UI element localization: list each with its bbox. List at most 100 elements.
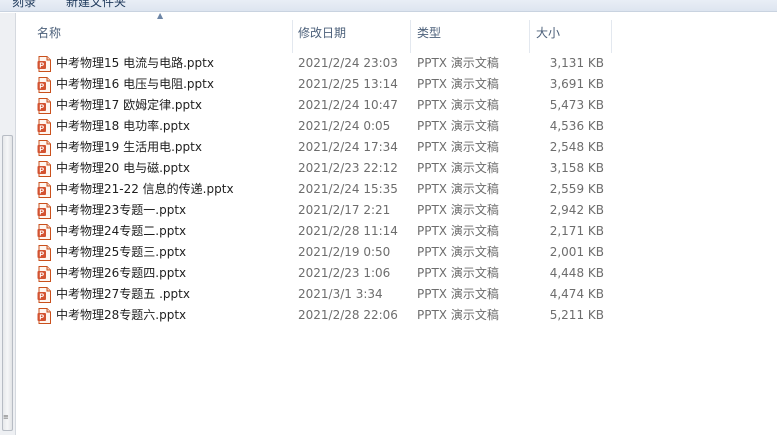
svg-text:P: P <box>39 272 44 279</box>
file-name: 中考物理24专题二.pptx <box>56 224 187 238</box>
file-size: 4,474 KB <box>549 287 604 301</box>
file-size: 2,171 KB <box>549 224 604 238</box>
file-date: 2021/2/17 2:21 <box>298 203 391 217</box>
powerpoint-file-icon: P <box>37 76 51 93</box>
file-type: PPTX 演示文稿 <box>417 77 499 91</box>
file-size: 3,158 KB <box>549 161 604 175</box>
file-name-cell[interactable]: P 中考物理21-22 信息的传递.pptx <box>37 179 292 200</box>
file-type: PPTX 演示文稿 <box>417 182 499 196</box>
file-size: 5,211 KB <box>549 308 604 322</box>
file-name-cell[interactable]: P 中考物理16 电压与电阻.pptx <box>37 74 292 95</box>
column-header-type[interactable]: 类型 <box>413 20 530 53</box>
column-header-size[interactable]: 大小 <box>532 20 612 53</box>
file-date: 2021/2/24 0:05 <box>298 119 391 133</box>
file-row[interactable]: P 中考物理17 欧姆定律.pptx 2021/2/24 10:47 PPTX … <box>17 95 777 116</box>
powerpoint-file-icon: P <box>37 55 51 72</box>
svg-text:P: P <box>39 125 44 132</box>
scrollbar-thumb[interactable] <box>2 135 13 431</box>
column-header-date[interactable]: 修改日期 <box>294 20 411 53</box>
file-size: 3,691 KB <box>549 77 604 91</box>
file-name: 中考物理19 生活用电.pptx <box>56 140 202 154</box>
file-date: 2021/2/28 22:06 <box>298 308 398 322</box>
file-row[interactable]: P 中考物理21-22 信息的传递.pptx 2021/2/24 15:35 P… <box>17 179 777 200</box>
file-name-cell[interactable]: P 中考物理26专题四.pptx <box>37 263 292 284</box>
powerpoint-file-icon: P <box>37 202 51 219</box>
file-date: 2021/2/24 10:47 <box>298 98 398 112</box>
file-name-cell[interactable]: P 中考物理17 欧姆定律.pptx <box>37 95 292 116</box>
file-size: 4,536 KB <box>549 119 604 133</box>
file-row[interactable]: P 中考物理26专题四.pptx 2021/2/23 1:06 PPTX 演示文… <box>17 263 777 284</box>
file-row[interactable]: P 中考物理16 电压与电阻.pptx 2021/2/25 13:14 PPTX… <box>17 74 777 95</box>
file-row[interactable]: P 中考物理15 电流与电路.pptx 2021/2/24 23:03 PPTX… <box>17 53 777 74</box>
file-row[interactable]: P 中考物理20 电与磁.pptx 2021/2/23 22:12 PPTX 演… <box>17 158 777 179</box>
file-name: 中考物理18 电功率.pptx <box>56 119 190 133</box>
file-row[interactable]: P 中考物理18 电功率.pptx 2021/2/24 0:05 PPTX 演示… <box>17 116 777 137</box>
column-header-name[interactable]: 名称 <box>33 20 293 53</box>
file-row[interactable]: P 中考物理27专题五 .pptx 2021/3/1 3:34 PPTX 演示文… <box>17 284 777 305</box>
file-size: 3,131 KB <box>549 56 604 70</box>
file-type: PPTX 演示文稿 <box>417 56 499 70</box>
svg-text:P: P <box>39 146 44 153</box>
file-name: 中考物理26专题四.pptx <box>56 266 187 280</box>
file-size: 2,559 KB <box>549 182 604 196</box>
svg-text:P: P <box>39 209 44 216</box>
file-name-cell[interactable]: P 中考物理18 电功率.pptx <box>37 116 292 137</box>
file-name: 中考物理16 电压与电阻.pptx <box>56 77 214 91</box>
file-name: 中考物理20 电与磁.pptx <box>56 161 190 175</box>
file-type: PPTX 演示文稿 <box>417 203 499 217</box>
file-type: PPTX 演示文稿 <box>417 98 499 112</box>
file-name-cell[interactable]: P 中考物理19 生活用电.pptx <box>37 137 292 158</box>
file-type: PPTX 演示文稿 <box>417 224 499 238</box>
file-size: 4,448 KB <box>549 266 604 280</box>
powerpoint-file-icon: P <box>37 286 51 303</box>
powerpoint-file-icon: P <box>37 181 51 198</box>
file-size: 2,548 KB <box>549 140 604 154</box>
burn-button[interactable]: 刻录 <box>12 0 36 10</box>
file-name-cell[interactable]: P 中考物理15 电流与电路.pptx <box>37 53 292 74</box>
file-name-cell[interactable]: P 中考物理28专题六.pptx <box>37 305 292 326</box>
file-name: 中考物理25专题三.pptx <box>56 245 187 259</box>
svg-text:P: P <box>39 104 44 111</box>
file-name-cell[interactable]: P 中考物理25专题三.pptx <box>37 242 292 263</box>
file-size: 5,473 KB <box>549 98 604 112</box>
file-row[interactable]: P 中考物理28专题六.pptx 2021/2/28 22:06 PPTX 演示… <box>17 305 777 326</box>
svg-text:P: P <box>39 293 44 300</box>
sort-ascending-icon: ▲ <box>157 11 164 20</box>
powerpoint-file-icon: P <box>37 139 51 156</box>
scrollbar-grip-icon: ≡ <box>3 413 9 421</box>
file-name-cell[interactable]: P 中考物理27专题五 .pptx <box>37 284 292 305</box>
file-name-cell[interactable]: P 中考物理20 电与磁.pptx <box>37 158 292 179</box>
file-type: PPTX 演示文稿 <box>417 245 499 259</box>
svg-text:P: P <box>39 167 44 174</box>
file-type: PPTX 演示文稿 <box>417 266 499 280</box>
powerpoint-file-icon: P <box>37 97 51 114</box>
powerpoint-file-icon: P <box>37 265 51 282</box>
file-row[interactable]: P 中考物理24专题二.pptx 2021/2/28 11:14 PPTX 演示… <box>17 221 777 242</box>
navigation-pane-scrollbar[interactable]: ≡ <box>0 13 16 435</box>
svg-text:P: P <box>39 188 44 195</box>
file-type: PPTX 演示文稿 <box>417 287 499 301</box>
file-name-cell[interactable]: P 中考物理23专题一.pptx <box>37 200 292 221</box>
svg-text:P: P <box>39 314 44 321</box>
svg-text:P: P <box>39 62 44 69</box>
file-date: 2021/2/23 22:12 <box>298 161 398 175</box>
new-folder-button[interactable]: 新建文件夹 <box>66 0 126 10</box>
powerpoint-file-icon: P <box>37 244 51 261</box>
file-date: 2021/3/1 3:34 <box>298 287 383 301</box>
powerpoint-file-icon: P <box>37 223 51 240</box>
powerpoint-file-icon: P <box>37 118 51 135</box>
file-name: 中考物理28专题六.pptx <box>56 308 187 322</box>
file-row[interactable]: P 中考物理23专题一.pptx 2021/2/17 2:21 PPTX 演示文… <box>17 200 777 221</box>
file-row[interactable]: P 中考物理19 生活用电.pptx 2021/2/24 17:34 PPTX … <box>17 137 777 158</box>
file-name-cell[interactable]: P 中考物理24专题二.pptx <box>37 221 292 242</box>
file-date: 2021/2/24 17:34 <box>298 140 398 154</box>
file-size: 2,942 KB <box>549 203 604 217</box>
file-size: 2,001 KB <box>549 245 604 259</box>
file-date: 2021/2/23 1:06 <box>298 266 391 280</box>
file-date: 2021/2/25 13:14 <box>298 77 398 91</box>
file-row[interactable]: P 中考物理25专题三.pptx 2021/2/19 0:50 PPTX 演示文… <box>17 242 777 263</box>
file-name: 中考物理27专题五 .pptx <box>56 287 190 301</box>
file-date: 2021/2/28 11:14 <box>298 224 398 238</box>
file-date: 2021/2/24 23:03 <box>298 56 398 70</box>
file-name: 中考物理17 欧姆定律.pptx <box>56 98 202 112</box>
